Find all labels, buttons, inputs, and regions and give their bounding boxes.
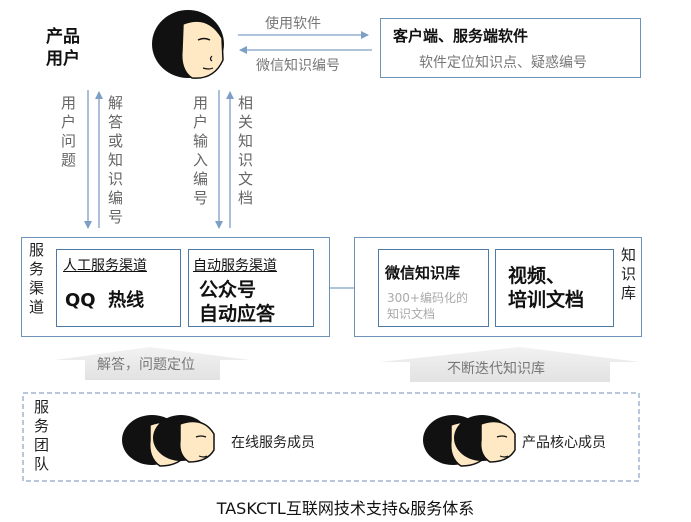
user-question-label: 用户问题 (61, 94, 77, 169)
related-docs-label: 相关知识文档 (238, 94, 254, 207)
wechat-kb-title: 微信知识库 (385, 264, 461, 282)
answer-or-code-label: 解答或知识编号 (108, 94, 124, 226)
product-user-line1: 产品 (46, 27, 80, 47)
wechat-kb-box: 微信知识库 300+编码化的 知识文档 (378, 249, 489, 327)
video-docs-content: 视频、 培训文档 (508, 264, 584, 312)
product-user-line2: 用户 (46, 49, 80, 69)
use-software-label: 使用软件 (265, 16, 321, 32)
auto-channel-line1: 公众号 (199, 279, 257, 301)
video-docs-line1: 视频、 (508, 265, 566, 287)
manual-channel-box: 人工服务渠道 QQ 热线 (56, 249, 181, 327)
manual-channel-content: QQ 热线 (65, 290, 145, 311)
iterate-kb-label: 不断迭代知识库 (447, 361, 545, 377)
wechat-kb-sub: 300+编码化的 知识文档 (387, 290, 468, 322)
video-docs-line2: 培训文档 (508, 289, 585, 311)
knowledge-base-box: 微信知识库 300+编码化的 知识文档 视频、 培训文档 知识库 (354, 237, 642, 337)
auto-channel-box: 自动服务渠道 公众号 自动应答 (188, 249, 314, 327)
auto-channel-line2: 自动应答 (199, 303, 276, 325)
service-team-label: 服务团队 (34, 398, 50, 473)
wechat-code-label: 微信知识编号 (256, 58, 340, 74)
user-input-code-label: 用户输入编号 (193, 94, 209, 207)
answer-locate-label: 解答，问题定位 (97, 357, 195, 373)
video-docs-box: 视频、 培训文档 (495, 249, 614, 327)
product-user-label: 产品 用户 (46, 26, 80, 70)
online-members-icon (122, 415, 215, 467)
knowledge-base-label: 知识库 (621, 246, 637, 302)
core-members-label: 产品核心成员 (522, 435, 606, 451)
client-software-subtitle: 软件定位知识点、疑惑编号 (419, 55, 587, 71)
service-channel-label: 服务渠道 (29, 241, 45, 316)
core-members-icon (423, 415, 516, 467)
user-face-icon (152, 10, 224, 79)
wechat-kb-sub2: 知识文档 (387, 307, 436, 321)
auto-channel-content: 公众号 自动应答 (199, 278, 275, 326)
manual-channel-title: 人工服务渠道 (63, 258, 147, 274)
client-software-box: 客户端、服务端软件 软件定位知识点、疑惑编号 (380, 18, 641, 78)
service-channel-box: 服务渠道 人工服务渠道 QQ 热线 自动服务渠道 公众号 自动应答 (21, 237, 330, 337)
online-members-label: 在线服务成员 (231, 435, 315, 451)
diagram-canvas: 产品 用户 使用软件 微信知识编号 客户端、服务端软件 软件定位知识点、疑惑编号… (0, 0, 691, 522)
client-software-title: 客户端、服务端软件 (393, 27, 529, 45)
wechat-kb-sub1: 300+编码化的 (387, 291, 468, 305)
diagram-caption: TASKCTL互联网技术支持&服务体系 (216, 499, 475, 518)
auto-channel-title: 自动服务渠道 (193, 258, 277, 274)
